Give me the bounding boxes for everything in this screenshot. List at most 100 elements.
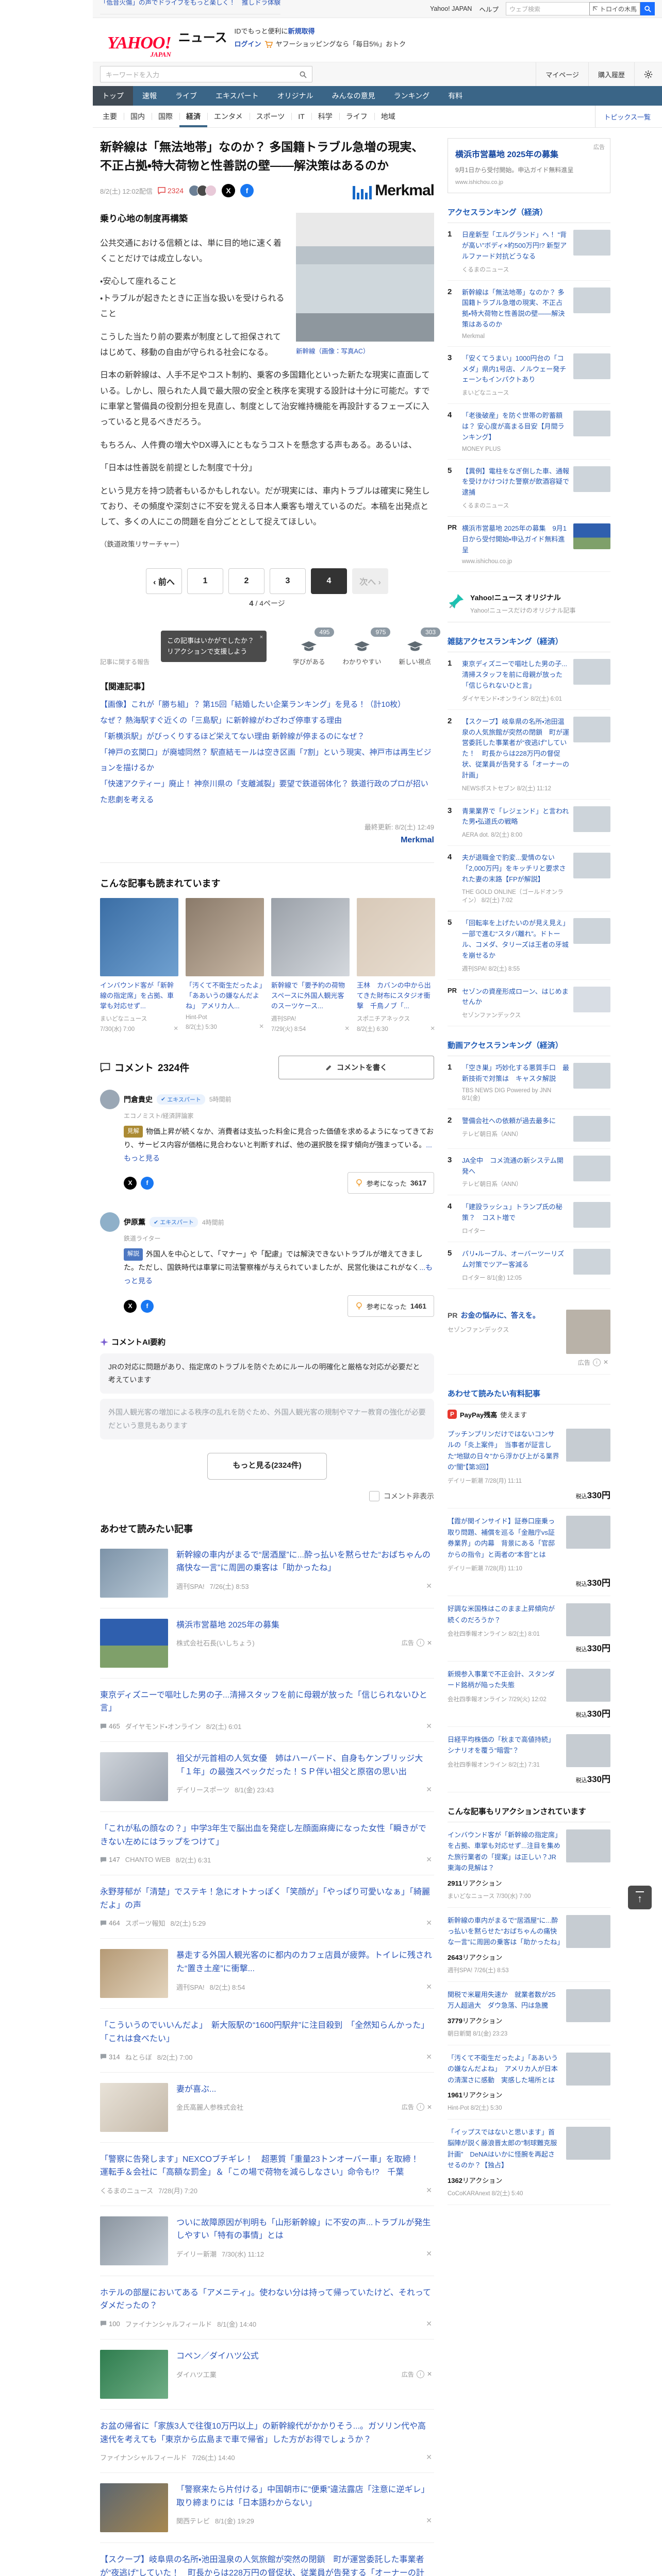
share-x-button[interactable]: X — [124, 1299, 137, 1313]
related-link[interactable]: なぜ？ 熱海駅すぐ近くの「三島駅」に新幹線がわざわざ停車する理由 — [100, 713, 434, 729]
list-item[interactable]: 「こういうのでいいんだよ」 新大阪駅の“1600円駅弁”に注目殺到 「全然知らん… — [100, 2009, 434, 2073]
write-comment-button[interactable]: コメントを書く — [278, 1055, 434, 1079]
more-comments-button[interactable]: もっと見る(2324件) — [207, 1452, 327, 1480]
share-x-button[interactable]: X — [124, 1176, 137, 1190]
comment-count-link[interactable]: 2324 — [158, 187, 184, 195]
list-item[interactable]: 新幹線の車内がまるで“居酒屋”に...酔っ払いを黙らせた“おばちゃんの痛快な一言… — [100, 1538, 434, 1608]
paid-title-link[interactable]: 日経平均株価の「秋まで高値持続」シナリオを覆う“暗雲”？ — [448, 1734, 561, 1756]
ad-label[interactable]: 広告 i ✕ — [402, 2370, 434, 2379]
article-source[interactable]: 関西テレビ — [176, 2516, 210, 2526]
publisher-logo[interactable]: Merkmal — [353, 182, 435, 200]
topics-list-link[interactable]: トピックス一覧 — [595, 106, 659, 127]
recommend-card[interactable]: 王林 カバンの中から出てきた財布にスタジオ衝撃 千鳥ノブ「... スポニチアネッ… — [357, 897, 435, 1033]
close-icon[interactable]: ✕ — [426, 2249, 434, 2258]
ranking-pr-item[interactable]: PR 横浜市営墓地 2025年の募集 9月1日から受付開始・申込ガイド無料進呈 … — [448, 517, 610, 572]
category-tab[interactable]: 地域 — [374, 106, 402, 127]
paid-article-item[interactable]: 【霞が関インサイド】証券口座乗っ取り問題、補償を巡る「金融庁vs証券業界」の内幕… — [448, 1509, 610, 1597]
reacted-title-link[interactable]: 関税で米雇用失速か 就業者数が25万人超過大 ダウ急落、円は急騰 — [448, 1989, 561, 2011]
article-source[interactable]: ねとらぼ — [125, 2052, 152, 2062]
page-button[interactable]: 2 — [228, 568, 264, 595]
ranking-item[interactable]: 1 日産新型「エルグランド」へ！ “背が高い”ボディ×約500万円!? 新型アル… — [448, 223, 610, 281]
article-title-link[interactable]: コペン／ダイハツ公式 — [176, 2350, 434, 2363]
reacted-title-link[interactable]: インバウンド客が「新幹線の指定席」を占拠、車掌も対応せず...注目を集めた旅行業… — [448, 1829, 561, 1874]
promo-link[interactable]: 「低音火傷」の声でドライブをもっと楽しく！ 推しドラ体験 — [100, 0, 281, 14]
nav-tab-active[interactable]: トップ — [93, 86, 133, 106]
report-link[interactable]: 記事に関する報告 — [100, 657, 150, 666]
article-title-link[interactable]: ホテルの部屋においてある「アメニティ」。使わない分は持って帰っていたけど、それっ… — [100, 2286, 434, 2313]
card-title[interactable]: 新幹線で「要予約の荷物スペースに外国人観光客のスーツケース... — [271, 980, 350, 1011]
recommend-card[interactable]: インバウンド客が「新幹線の指定席」を占拠、車掌も対応せず... まいどなニュース… — [100, 897, 178, 1033]
article-title-link[interactable]: 「これが私の顔なの？」中学3年生で脳出血を発症し左顔面麻痺になった女性「瞬きがで… — [100, 1822, 434, 1849]
category-tab[interactable]: 科学 — [311, 106, 339, 127]
help-link[interactable]: ヘルプ — [479, 4, 499, 14]
ranking-item[interactable]: 3 JA全中 コメ流通の新システム開発へ テレビ朝日系（ANN） — [448, 1149, 610, 1196]
article-image[interactable] — [296, 213, 434, 342]
ranking-title-link[interactable]: 「建設ラッシュ」トランプ氏の秘策？ コスト増で — [462, 1202, 569, 1224]
list-item[interactable]: 永野芽郁が「清楚」でステキ！急にオトナっぽく「笑顔が」「やっぱり可愛いなぁ」「綺… — [100, 1875, 434, 1939]
list-item[interactable]: 「警察来たら片付ける」中国朝市に“便乗”違法露店「注意に逆ギレ」取り締まりには「… — [100, 2473, 434, 2544]
ad-title-link[interactable]: お金の悩みに、答えを。 — [460, 1311, 540, 1319]
purchase-history-link[interactable]: 購入履歴 — [588, 62, 634, 86]
ranking-title-link[interactable]: 青果業界で「レジェンド」と言われた男・弘道氏の戦略 — [462, 806, 569, 828]
ranking-title-link[interactable]: 東京ディズニーで嘔吐した男の子...清掃スタッフを前に母親が放った「信じられない… — [462, 659, 569, 691]
ranking-item[interactable]: 5 【異例】電柱をなぎ倒した車、通報を受けかけつけた警察が飲酒容疑で逮捕 くるま… — [448, 460, 610, 517]
ranking-item[interactable]: 4 「老後破産」を防ぐ世帯の貯蓄額は？ 安心度が高まる目安【月間ランキング】 M… — [448, 404, 610, 460]
list-item[interactable]: 「これが私の顔なの？」中学3年生で脳出血を発症し左顔面麻痺になった女性「瞬きがで… — [100, 1812, 434, 1876]
close-icon[interactable]: ✕ — [426, 1582, 434, 1590]
list-item[interactable]: ついに故障原因が判明も「山形新幹線」に不安の声...トラブルが発生しやすい「特有… — [100, 2206, 434, 2276]
article-source[interactable]: ファイナンシャルフィールド — [125, 2319, 212, 2329]
category-tab[interactable]: IT — [291, 106, 311, 127]
image-caption-link[interactable]: 新幹線（画像：写真AC） — [296, 346, 434, 358]
article-title-link[interactable]: 妻が喜ぶ... — [176, 2083, 434, 2096]
avatar[interactable] — [100, 1089, 120, 1109]
article-source[interactable]: ダイヤモンド・オンライン — [125, 1721, 201, 1731]
article-source[interactable]: デイリー新潮 — [176, 2249, 217, 2259]
nav-tab[interactable]: エキスパート — [206, 86, 268, 106]
close-icon[interactable]: ✕ — [426, 2186, 434, 2195]
search-suggestion[interactable]: トロイの木馬 — [589, 2, 640, 15]
reaction-button[interactable]: 975 わかりやすい — [342, 628, 391, 666]
article-title-link[interactable]: 「警察に告発します」NEXCOブチギレ！ 超悪質「重量23トンオーバー車」を取締… — [100, 2153, 434, 2179]
comment-count[interactable]: 100 — [100, 2320, 120, 2328]
ranking-title-link[interactable]: 「安くてうまい」1000円台の「コメダ」県内1号店、ノルウェー発チェーンもインパ… — [462, 353, 569, 385]
share-x-button[interactable]: X — [222, 184, 236, 198]
promo-title[interactable]: Yahoo!ニュース オリジナル — [470, 592, 576, 603]
ranking-item[interactable]: 2 【スクープ】岐阜県の名所・池田温泉の人気旅館が突然の閉鎖 町が運営委託した事… — [448, 710, 610, 800]
prev-page-button[interactable]: ‹ 前へ — [146, 568, 182, 595]
category-tab[interactable]: 国際 — [152, 106, 179, 127]
yahoo-logo[interactable]: YAHOO! JAPAN — [100, 24, 172, 58]
related-link[interactable]: 「快速アクティー」廃止！ 神奈川県の「支離滅裂」要望で鉄道弱体化？ 鉄道行政のプ… — [100, 776, 434, 808]
rail-ad-top[interactable]: 広告 横浜市営墓地 2025年の募集 9月1日から受付開始。申込ガイド無料進呈 … — [448, 138, 610, 194]
ranking-title-link[interactable]: JA全中 コメ流通の新システム開発へ — [462, 1156, 569, 1177]
article-source[interactable]: 週刊SPA! — [176, 1982, 205, 1992]
share-facebook-button[interactable]: f — [141, 1299, 154, 1313]
ranking-title-link[interactable]: 【異例】電柱をなぎ倒した車、通報を受けかけつけた警察が飲酒容疑で逮捕 — [462, 466, 569, 498]
card-title[interactable]: インバウンド客が「新幹線の指定席」を占拠、車掌も対応せず... — [100, 980, 178, 1011]
close-icon[interactable]: ✕ — [173, 1025, 178, 1033]
close-icon[interactable]: ✕ — [259, 1023, 264, 1031]
login-link[interactable]: ログイン — [235, 38, 261, 51]
nav-tab[interactable]: ライブ — [166, 86, 206, 106]
article-title-link[interactable]: 永野芽郁が「清楚」でステキ！急にオトナっぽく「笑顔が」「やっぱり可愛いなぁ」「綺… — [100, 1886, 434, 1912]
ad-label[interactable]: 広告 i ✕ — [402, 1638, 434, 1647]
search-icon[interactable] — [299, 71, 307, 78]
close-icon[interactable]: ✕ — [427, 2370, 432, 2378]
ranking-title-link[interactable]: パリ・ルーブル、オーバーツーリズム対策でツアー客減る — [462, 1249, 569, 1270]
nav-tab[interactable]: ランキング — [385, 86, 439, 106]
comment-count[interactable]: 314 — [100, 2053, 120, 2061]
reacted-title-link[interactable]: 「汚くて不衛生だったよ」「ああいうの嫌なんだよね」 アメリカ人が日本の清潔さに感… — [448, 2053, 561, 2086]
signup-link[interactable]: 新規取得 — [288, 27, 315, 35]
list-item[interactable]: 妻が喜ぶ... 金氏高麗人参株式会社 広告 i ✕ — [100, 2073, 434, 2143]
list-item[interactable]: 「警察に告発します」NEXCOブチギレ！ 超悪質「重量23トンオーバー車」を取締… — [100, 2143, 434, 2206]
ranking-title-link[interactable]: 「老後破産」を防ぐ世帯の貯蓄額は？ 安心度が高まる目安【月間ランキング】 — [462, 411, 569, 443]
helpful-button[interactable]: 参考になった 1461 — [347, 1295, 434, 1317]
category-tab[interactable]: エンタメ — [207, 106, 250, 127]
yahoo-japan-link[interactable]: Yahoo! JAPAN — [430, 5, 472, 12]
service-name[interactable]: ニュース — [178, 27, 227, 45]
recommend-card[interactable]: 「汚くて不衛生だったよ」「ああいうの嫌なんだよね」 アメリカ人... Hint-… — [186, 897, 264, 1033]
article-source[interactable]: デイリースポーツ — [176, 1785, 229, 1794]
avatar[interactable] — [100, 1212, 120, 1232]
nav-tab[interactable]: オリジナル — [268, 86, 323, 106]
related-link[interactable]: 「神戸の玄関口」が廃墟同然？ 駅直結モールは空き区画「7割」という現実、神戸市は… — [100, 745, 434, 777]
ranking-item[interactable]: 3 「安くてうまい」1000円台の「コメダ」県内1号店、ノルウェー発チェーンもイ… — [448, 347, 610, 404]
